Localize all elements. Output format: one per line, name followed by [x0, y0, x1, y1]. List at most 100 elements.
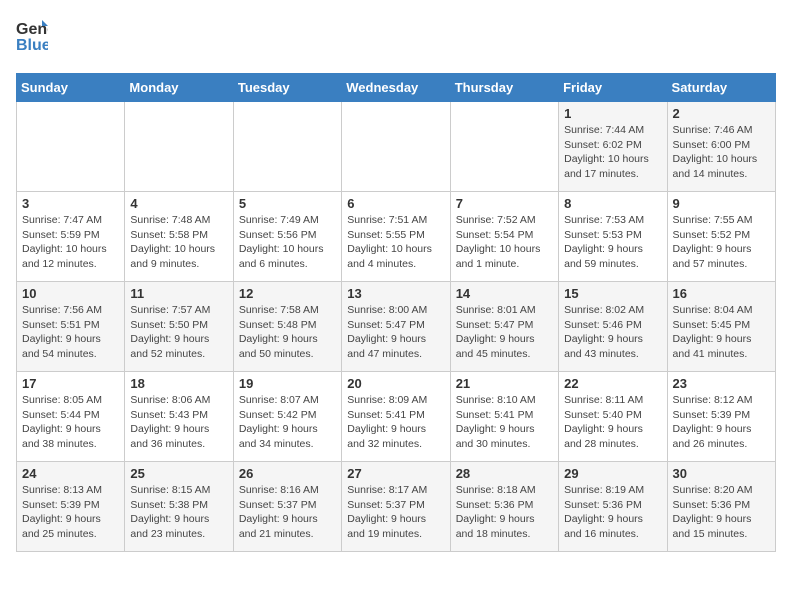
calendar-week-1: 1 Sunrise: 7:44 AM Sunset: 6:02 PM Daylig… [17, 102, 776, 192]
day-number: 3 [22, 196, 119, 211]
day-header-friday: Friday [559, 74, 667, 102]
day-info: Sunrise: 7:48 AM Sunset: 5:58 PM Dayligh… [130, 213, 227, 272]
day-number: 22 [564, 376, 661, 391]
day-number: 13 [347, 286, 444, 301]
calendar-week-2: 3Sunrise: 7:47 AM Sunset: 5:59 PM Daylig… [17, 192, 776, 282]
day-info: Sunrise: 8:02 AM Sunset: 5:46 PM Dayligh… [564, 303, 661, 362]
calendar-cell: 19 Sunrise: 8:07 AM Sunset: 5:42 PM Dayli… [233, 372, 341, 462]
day-header-wednesday: Wednesday [342, 74, 450, 102]
calendar-week-4: 17 Sunrise: 8:05 AM Sunset: 5:44 PM Dayli… [17, 372, 776, 462]
day-number: 19 [239, 376, 336, 391]
calendar-cell: 30 Sunrise: 8:20 AM Sunset: 5:36 PM Dayli… [667, 462, 775, 552]
day-info: Sunrise: 8:17 AM Sunset: 5:37 PM Dayligh… [347, 483, 444, 542]
day-info: Sunrise: 8:18 AM Sunset: 5:36 PM Dayligh… [456, 483, 553, 542]
calendar-cell: 24 Sunrise: 8:13 AM Sunset: 5:39 PM Dayli… [17, 462, 125, 552]
day-number: 21 [456, 376, 553, 391]
calendar-cell: 2 Sunrise: 7:46 AM Sunset: 6:00 PM Daylig… [667, 102, 775, 192]
calendar-cell: 12 Sunrise: 7:58 AM Sunset: 5:48 PM Dayli… [233, 282, 341, 372]
day-number: 26 [239, 466, 336, 481]
day-number: 8 [564, 196, 661, 211]
day-info: Sunrise: 8:15 AM Sunset: 5:38 PM Dayligh… [130, 483, 227, 542]
calendar-cell [450, 102, 558, 192]
day-number: 11 [130, 286, 227, 301]
calendar-cell: 13 Sunrise: 8:00 AM Sunset: 5:47 PM Dayli… [342, 282, 450, 372]
calendar-cell [233, 102, 341, 192]
day-info: Sunrise: 7:58 AM Sunset: 5:48 PM Dayligh… [239, 303, 336, 362]
calendar-cell: 18 Sunrise: 8:06 AM Sunset: 5:43 PM Dayli… [125, 372, 233, 462]
day-info: Sunrise: 8:11 AM Sunset: 5:40 PM Dayligh… [564, 393, 661, 452]
day-number: 15 [564, 286, 661, 301]
day-number: 16 [673, 286, 770, 301]
calendar-cell: 22 Sunrise: 8:11 AM Sunset: 5:40 PM Dayli… [559, 372, 667, 462]
day-info: Sunrise: 8:07 AM Sunset: 5:42 PM Dayligh… [239, 393, 336, 452]
calendar-cell: 15 Sunrise: 8:02 AM Sunset: 5:46 PM Dayli… [559, 282, 667, 372]
day-info: Sunrise: 8:04 AM Sunset: 5:45 PM Dayligh… [673, 303, 770, 362]
day-number: 27 [347, 466, 444, 481]
calendar-cell: 3Sunrise: 7:47 AM Sunset: 5:59 PM Daylig… [17, 192, 125, 282]
calendar-cell [342, 102, 450, 192]
day-number: 2 [673, 106, 770, 121]
day-number: 25 [130, 466, 227, 481]
day-number: 24 [22, 466, 119, 481]
calendar-cell: 27 Sunrise: 8:17 AM Sunset: 5:37 PM Dayli… [342, 462, 450, 552]
day-number: 12 [239, 286, 336, 301]
day-number: 18 [130, 376, 227, 391]
svg-text:Blue: Blue [16, 37, 48, 54]
day-info: Sunrise: 7:57 AM Sunset: 5:50 PM Dayligh… [130, 303, 227, 362]
day-header-sunday: Sunday [17, 74, 125, 102]
day-info: Sunrise: 8:19 AM Sunset: 5:36 PM Dayligh… [564, 483, 661, 542]
calendar-week-3: 10 Sunrise: 7:56 AM Sunset: 5:51 PM Dayli… [17, 282, 776, 372]
day-header-tuesday: Tuesday [233, 74, 341, 102]
day-header-thursday: Thursday [450, 74, 558, 102]
calendar-week-5: 24 Sunrise: 8:13 AM Sunset: 5:39 PM Dayli… [17, 462, 776, 552]
calendar-cell: 20Sunrise: 8:09 AM Sunset: 5:41 PM Dayli… [342, 372, 450, 462]
day-number: 10 [22, 286, 119, 301]
day-info: Sunrise: 7:49 AM Sunset: 5:56 PM Dayligh… [239, 213, 336, 272]
calendar-cell: 11 Sunrise: 7:57 AM Sunset: 5:50 PM Dayli… [125, 282, 233, 372]
day-info: Sunrise: 8:20 AM Sunset: 5:36 PM Dayligh… [673, 483, 770, 542]
day-info: Sunrise: 8:06 AM Sunset: 5:43 PM Dayligh… [130, 393, 227, 452]
day-info: Sunrise: 7:51 AM Sunset: 5:55 PM Dayligh… [347, 213, 444, 272]
day-number: 28 [456, 466, 553, 481]
calendar-header-row: SundayMondayTuesdayWednesdayThursdayFrid… [17, 74, 776, 102]
calendar-cell: 9 Sunrise: 7:55 AM Sunset: 5:52 PM Daylig… [667, 192, 775, 282]
day-number: 17 [22, 376, 119, 391]
day-info: Sunrise: 7:44 AM Sunset: 6:02 PM Dayligh… [564, 123, 661, 182]
calendar-cell: 17 Sunrise: 8:05 AM Sunset: 5:44 PM Dayli… [17, 372, 125, 462]
logo: General Blue [16, 16, 48, 61]
calendar-cell: 26 Sunrise: 8:16 AM Sunset: 5:37 PM Dayli… [233, 462, 341, 552]
day-header-monday: Monday [125, 74, 233, 102]
day-number: 30 [673, 466, 770, 481]
calendar-cell: 14Sunrise: 8:01 AM Sunset: 5:47 PM Dayli… [450, 282, 558, 372]
calendar-table: SundayMondayTuesdayWednesdayThursdayFrid… [16, 73, 776, 552]
calendar-cell: 21 Sunrise: 8:10 AM Sunset: 5:41 PM Dayli… [450, 372, 558, 462]
day-info: Sunrise: 8:12 AM Sunset: 5:39 PM Dayligh… [673, 393, 770, 452]
day-info: Sunrise: 8:00 AM Sunset: 5:47 PM Dayligh… [347, 303, 444, 362]
calendar-cell: 6Sunrise: 7:51 AM Sunset: 5:55 PM Daylig… [342, 192, 450, 282]
day-number: 7 [456, 196, 553, 211]
day-number: 20 [347, 376, 444, 391]
day-info: Sunrise: 7:55 AM Sunset: 5:52 PM Dayligh… [673, 213, 770, 272]
day-number: 5 [239, 196, 336, 211]
calendar-cell [125, 102, 233, 192]
day-number: 29 [564, 466, 661, 481]
day-info: Sunrise: 8:10 AM Sunset: 5:41 PM Dayligh… [456, 393, 553, 452]
day-info: Sunrise: 7:53 AM Sunset: 5:53 PM Dayligh… [564, 213, 661, 272]
calendar-cell: 23Sunrise: 8:12 AM Sunset: 5:39 PM Dayli… [667, 372, 775, 462]
calendar-cell: 10 Sunrise: 7:56 AM Sunset: 5:51 PM Dayli… [17, 282, 125, 372]
day-info: Sunrise: 7:46 AM Sunset: 6:00 PM Dayligh… [673, 123, 770, 182]
day-header-saturday: Saturday [667, 74, 775, 102]
day-number: 14 [456, 286, 553, 301]
day-number: 9 [673, 196, 770, 211]
day-info: Sunrise: 8:13 AM Sunset: 5:39 PM Dayligh… [22, 483, 119, 542]
page-header: General Blue [16, 16, 776, 61]
day-info: Sunrise: 8:16 AM Sunset: 5:37 PM Dayligh… [239, 483, 336, 542]
day-info: Sunrise: 7:56 AM Sunset: 5:51 PM Dayligh… [22, 303, 119, 362]
logo-icon: General Blue [16, 16, 48, 61]
day-number: 1 [564, 106, 661, 121]
day-info: Sunrise: 8:05 AM Sunset: 5:44 PM Dayligh… [22, 393, 119, 452]
calendar-cell: 7Sunrise: 7:52 AM Sunset: 5:54 PM Daylig… [450, 192, 558, 282]
calendar-cell: 1 Sunrise: 7:44 AM Sunset: 6:02 PM Daylig… [559, 102, 667, 192]
calendar-cell: 5 Sunrise: 7:49 AM Sunset: 5:56 PM Daylig… [233, 192, 341, 282]
day-number: 4 [130, 196, 227, 211]
